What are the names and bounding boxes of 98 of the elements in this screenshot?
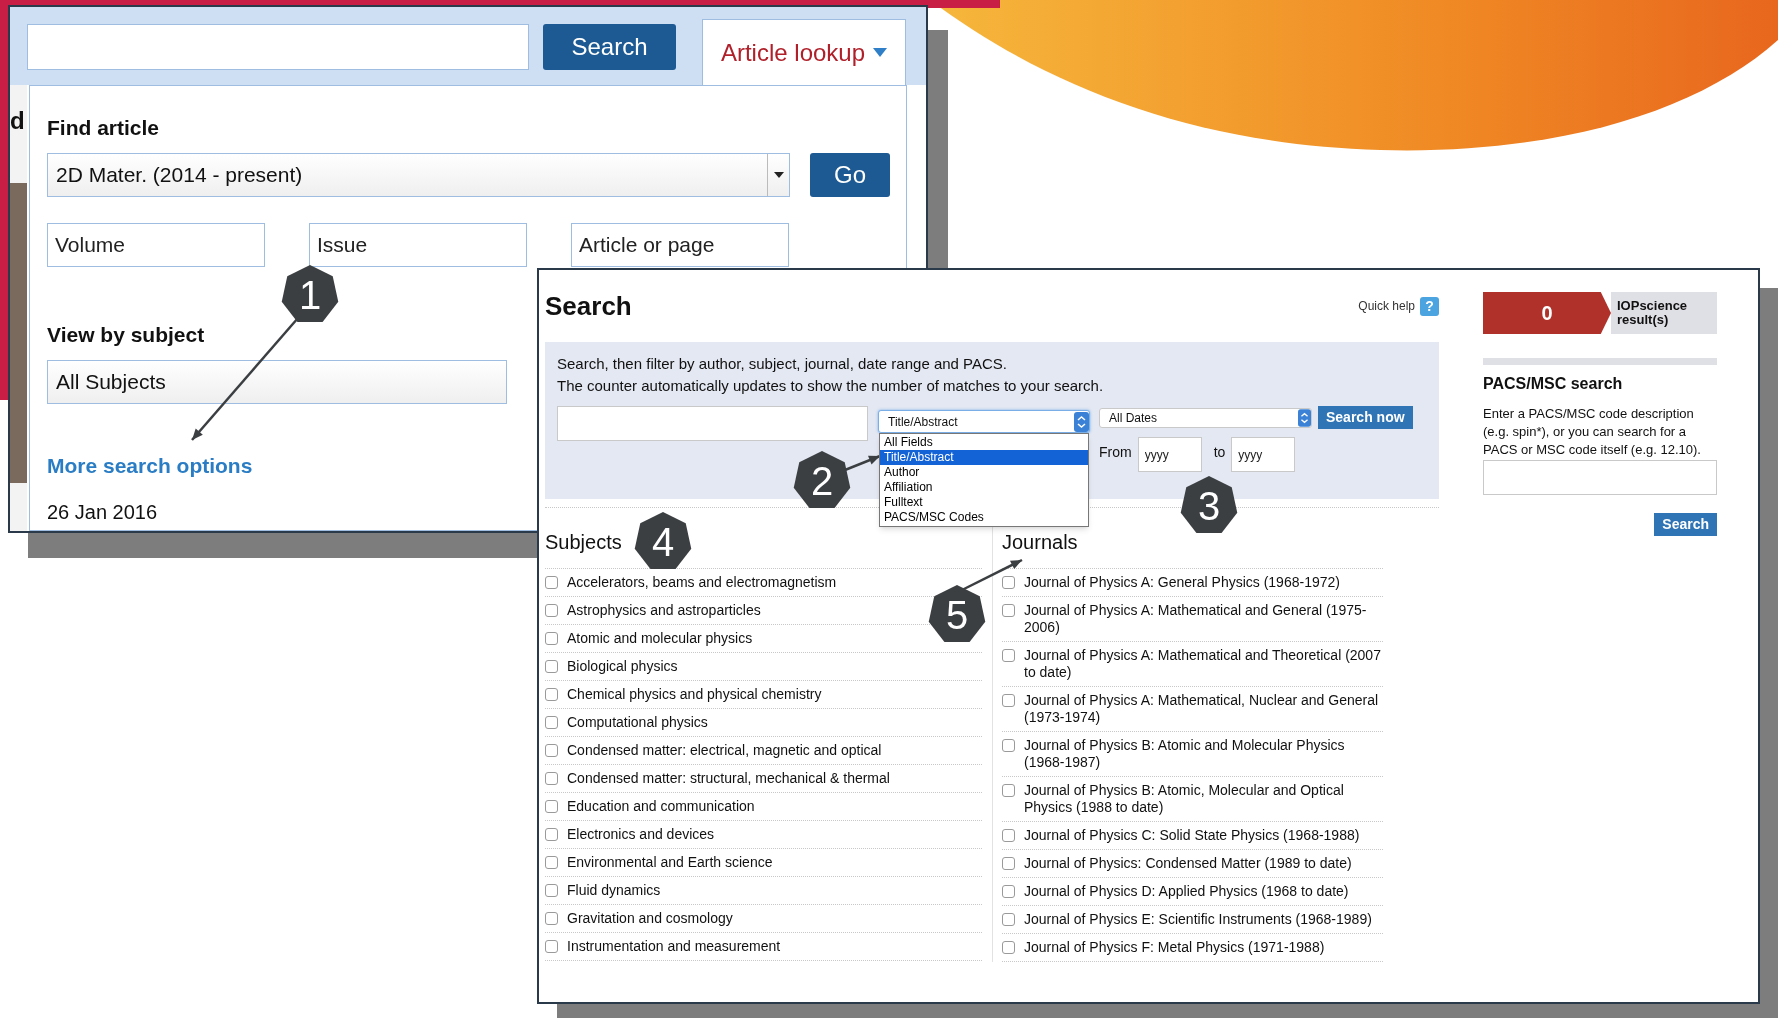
search-now-button[interactable]: Search now xyxy=(1318,406,1413,429)
checkbox[interactable] xyxy=(1002,784,1015,797)
field-select[interactable]: Title/Abstract xyxy=(878,410,1090,433)
step-badge: 3 xyxy=(1179,476,1239,536)
go-button[interactable]: Go xyxy=(810,152,890,197)
pacs-heading: PACS/MSC search xyxy=(1483,374,1624,394)
checkbox[interactable] xyxy=(1002,604,1015,617)
pacs-description: Enter a PACS/MSC code description (e.g. spin*), or you can search for a PACS or MSC code itself (e.g. 12.10). xyxy=(1483,405,1702,459)
option-label: Journal of Physics B: Atomic, Molecular and Optical Physics (1988 to date) xyxy=(1024,782,1345,816)
checkbox[interactable] xyxy=(545,632,558,645)
option-label: Journal of Physics D: Applied Physics (1968 to date) xyxy=(1024,883,1349,900)
checkbox[interactable] xyxy=(545,716,558,729)
search-button[interactable]: Search xyxy=(543,24,676,70)
option-label: Education and communication xyxy=(567,798,755,815)
checkbox[interactable] xyxy=(1002,829,1015,842)
article-lookup-tab[interactable]: Article lookup xyxy=(702,19,906,85)
option-label: Journal of Physics: Condensed Matter (1989 to date) xyxy=(1024,855,1352,872)
subject-select[interactable]: All Subjects xyxy=(47,360,507,404)
checkbox[interactable] xyxy=(545,940,558,953)
to-year-field[interactable]: yyyy xyxy=(1231,437,1296,472)
option-label: Biological physics xyxy=(567,658,678,675)
from-label: From xyxy=(1099,443,1132,462)
checkbox[interactable] xyxy=(1002,694,1015,707)
input-field[interactable]: Article or page xyxy=(571,222,789,267)
search-heading: Search xyxy=(545,289,632,323)
intro-text: The counter automatically updates to show the number of matches to your search. xyxy=(557,376,1105,396)
dropdown-option[interactable]: Fulltext xyxy=(880,495,1088,510)
journals-heading: Journals xyxy=(1002,531,1078,553)
option-label: Astrophysics and astroparticles xyxy=(567,602,761,619)
option-label: Journal of Physics B: Atomic and Molecular Physics (1968-1987) xyxy=(1024,737,1346,771)
view-by-subject-heading: View by subject xyxy=(47,321,205,348)
step-badge: 4 xyxy=(633,512,693,572)
checkbox[interactable] xyxy=(545,604,558,617)
checkbox[interactable] xyxy=(545,576,558,589)
checkbox[interactable] xyxy=(545,912,558,925)
option-label: Atomic and molecular physics xyxy=(567,630,753,647)
checkbox[interactable] xyxy=(545,772,558,785)
caret-icon xyxy=(873,48,888,57)
option-label: Journal of Physics A: General Physics (1968-1972) xyxy=(1024,574,1340,591)
option-label: Environmental and Earth science xyxy=(567,854,773,871)
dropdown-option[interactable]: Title/Abstract xyxy=(880,450,1088,465)
up-down-icon xyxy=(1298,408,1311,427)
intro-text: Search, then filter by author, subject, journal, date range and PACS. xyxy=(557,354,1008,374)
option-label: Computational physics xyxy=(567,714,708,731)
option-label: Electronics and devices xyxy=(567,826,715,843)
dropdown-option[interactable]: Affiliation xyxy=(880,480,1088,495)
cut-off-letter: d xyxy=(10,109,26,133)
pacs-search-button[interactable]: Search xyxy=(1654,513,1717,536)
from-year-field[interactable]: yyyy xyxy=(1137,437,1202,472)
to-label: to xyxy=(1213,443,1226,462)
option-label: Journal of Physics C: Solid State Physics (1968-1988) xyxy=(1024,827,1360,844)
option-label: Accelerators, beams and electromagnetism xyxy=(567,574,837,591)
option-label: Condensed matter: electrical, magnetic and optical xyxy=(567,742,882,759)
result-label: IOPscience result(s) xyxy=(1611,292,1717,334)
result-count: 0 xyxy=(1483,292,1611,334)
find-article-heading: Find article xyxy=(47,115,160,141)
option-label: Journal of Physics A: Mathematical, Nuclear and General (1973-1974) xyxy=(1024,692,1380,726)
option-label: Journal of Physics A: Mathematical and General (1975-2006) xyxy=(1024,602,1368,636)
date-text: 26 Jan 2016 xyxy=(47,501,158,522)
option-label: Instrumentation and measurement xyxy=(567,938,781,955)
checkbox[interactable] xyxy=(545,660,558,673)
quick-help-text: Quick help xyxy=(1358,298,1415,315)
date-select[interactable]: All Dates xyxy=(1099,407,1312,428)
subjects-heading: Subjects xyxy=(545,531,622,553)
input-field[interactable]: Issue xyxy=(309,222,527,267)
checkbox[interactable] xyxy=(545,744,558,757)
input-field[interactable]: Volume xyxy=(47,222,265,267)
option-label: Journal of Physics A: Mathematical and Theoretical (2007 to date) xyxy=(1024,647,1382,681)
dropdown-option[interactable]: All Fields xyxy=(880,435,1088,450)
journal-select[interactable]: 2D Mater. (2014 - present) xyxy=(47,152,790,197)
step-badge: 1 xyxy=(280,265,340,325)
checkbox[interactable] xyxy=(545,828,558,841)
option-label: Fluid dynamics xyxy=(567,882,661,899)
checkbox[interactable] xyxy=(545,884,558,897)
option-label: Gravitation and cosmology xyxy=(567,910,733,927)
checkbox[interactable] xyxy=(1002,857,1015,870)
checkbox[interactable] xyxy=(1002,885,1015,898)
checkbox[interactable] xyxy=(545,688,558,701)
step-badge: 2 xyxy=(792,451,852,511)
search-input[interactable] xyxy=(557,406,868,441)
dropdown-option[interactable]: Author xyxy=(880,465,1088,480)
checkbox[interactable] xyxy=(1002,576,1015,589)
dropdown-option[interactable]: PACS/MSC Codes xyxy=(880,510,1088,525)
pacs-input[interactable] xyxy=(1483,460,1717,495)
more-search-options-link[interactable]: More search options xyxy=(47,450,253,482)
search-field[interactable] xyxy=(27,24,529,70)
checkbox[interactable] xyxy=(545,800,558,813)
checkbox[interactable] xyxy=(1002,739,1015,752)
option-label: Journal of Physics E: Scientific Instruments (1968-1989) xyxy=(1024,911,1372,928)
option-label: Condensed matter: structural, mechanical & thermal xyxy=(567,770,890,787)
checkbox[interactable] xyxy=(545,856,558,869)
checkbox[interactable] xyxy=(1002,941,1015,954)
step-badge: 5 xyxy=(927,585,987,645)
checkbox[interactable] xyxy=(1002,913,1015,926)
option-label: Journal of Physics F: Metal Physics (1971-1988) xyxy=(1024,939,1325,956)
checkbox[interactable] xyxy=(1002,649,1015,662)
caret-icon xyxy=(773,171,784,178)
option-label: Chemical physics and physical chemistry xyxy=(567,686,822,703)
